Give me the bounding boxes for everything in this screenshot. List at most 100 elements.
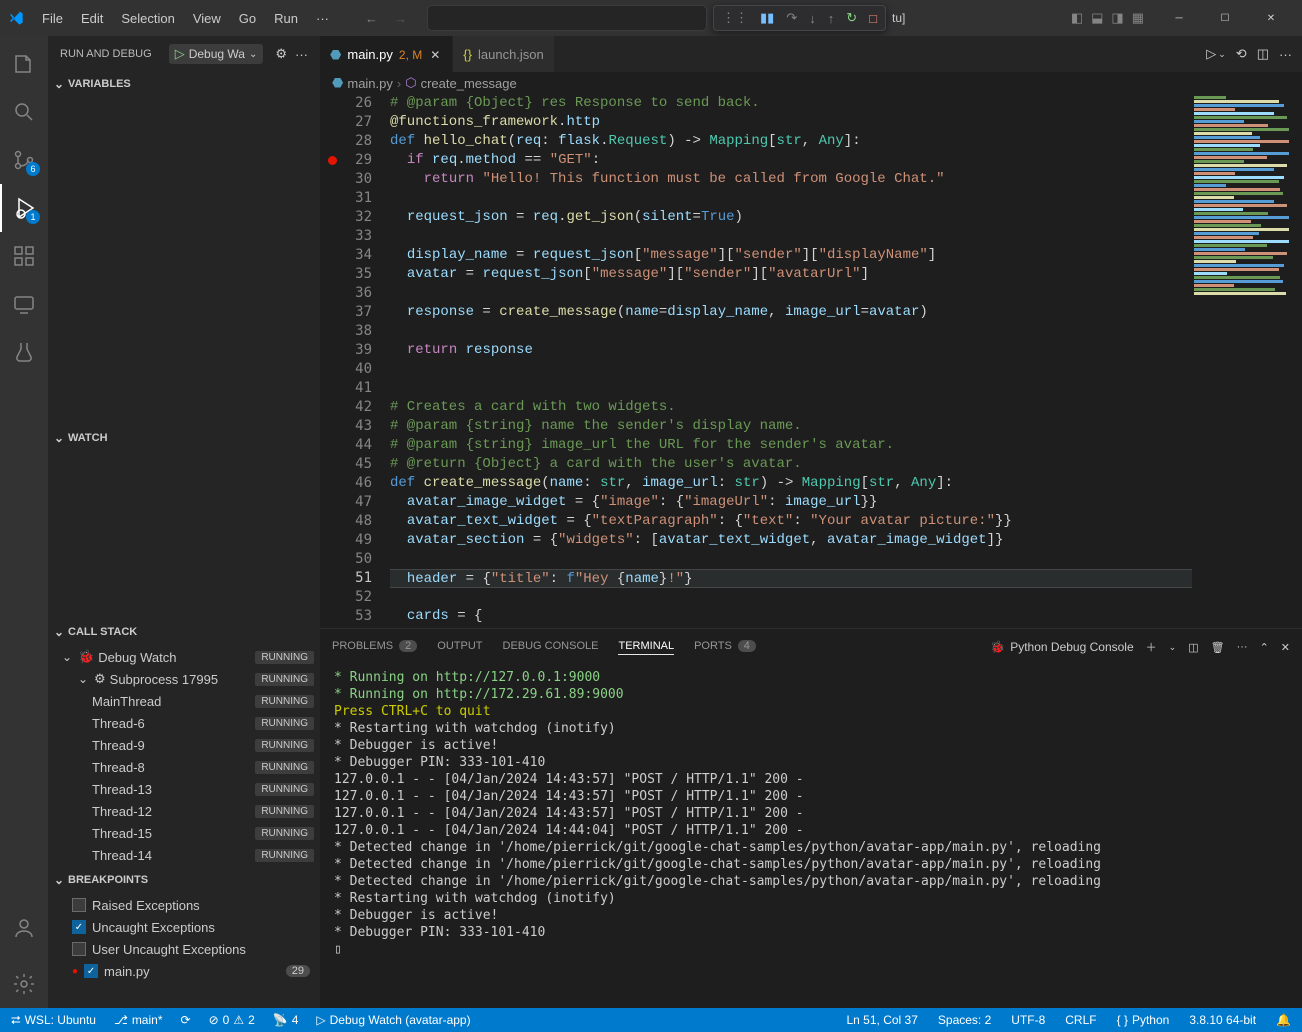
- menu-go[interactable]: Go: [231, 7, 264, 30]
- panel-maximize-icon[interactable]: ⌃: [1260, 641, 1269, 654]
- layout-panel-bottom-icon[interactable]: ⬓: [1091, 10, 1103, 26]
- menu-overflow[interactable]: ···: [308, 7, 337, 30]
- callstack-item[interactable]: Thread-13RUNNING: [48, 778, 320, 800]
- breakpoint-dot-icon[interactable]: [328, 156, 337, 165]
- breakpoint-item[interactable]: ✓Uncaught Exceptions: [48, 916, 320, 938]
- remote-icon: ⮂: [11, 1013, 21, 1028]
- status-ports[interactable]: 📡4: [270, 1013, 302, 1027]
- callstack-item[interactable]: ⌄⚙Subprocess 17995RUNNING: [48, 668, 320, 690]
- callstack-item[interactable]: Thread-9RUNNING: [48, 734, 320, 756]
- new-terminal-icon[interactable]: ＋: [1146, 639, 1157, 655]
- menu-edit[interactable]: Edit: [73, 7, 111, 30]
- terminal-line: 127.0.0.1 - - [04/Jan/2024 14:43:57] "PO…: [334, 805, 1288, 822]
- layout-customize-icon[interactable]: ▦: [1132, 10, 1144, 26]
- section-callstack-header[interactable]: ⌄ CALL STACK: [48, 620, 320, 644]
- section-breakpoints-header[interactable]: ⌄ BREAKPOINTS: [48, 868, 320, 892]
- checkbox[interactable]: [72, 942, 86, 956]
- callstack-item[interactable]: Thread-15RUNNING: [48, 822, 320, 844]
- breakpoint-item[interactable]: User Uncaught Exceptions: [48, 938, 320, 960]
- debug-drag-handle-icon[interactable]: ⋮⋮: [722, 10, 748, 26]
- callstack-item[interactable]: Thread-8RUNNING: [48, 756, 320, 778]
- status-encoding[interactable]: UTF-8: [1008, 1013, 1048, 1027]
- run-file-button[interactable]: ▷⌄: [1206, 46, 1226, 62]
- debug-stepinto-icon[interactable]: ↓: [809, 11, 816, 26]
- debug-alt-icon[interactable]: ⟲: [1236, 46, 1247, 62]
- panel-tab-output[interactable]: OUTPUT: [437, 640, 482, 654]
- status-sync[interactable]: ⟳: [178, 1013, 194, 1027]
- debug-more-icon[interactable]: ···: [295, 47, 308, 62]
- debug-stop-icon[interactable]: □: [869, 11, 877, 26]
- debug-stepover-icon[interactable]: ↷: [786, 10, 797, 26]
- menu-file[interactable]: File: [34, 7, 71, 30]
- window-close-icon[interactable]: ✕: [1248, 0, 1294, 36]
- callstack-item[interactable]: Thread-6RUNNING: [48, 712, 320, 734]
- menu-view[interactable]: View: [185, 7, 229, 30]
- status-eol[interactable]: CRLF: [1062, 1013, 1099, 1027]
- activity-settings[interactable]: [0, 960, 48, 1008]
- tab-launch-json[interactable]: {} launch.json: [453, 36, 554, 72]
- activity-debug[interactable]: 1: [0, 184, 48, 232]
- layout-panel-right-icon[interactable]: ◨: [1111, 10, 1123, 26]
- panel-tab-terminal[interactable]: TERMINAL: [618, 640, 674, 655]
- status-debug[interactable]: ▷Debug Watch (avatar-app): [313, 1013, 473, 1027]
- status-language[interactable]: { }Python: [1114, 1013, 1173, 1027]
- status-spaces[interactable]: Spaces: 2: [935, 1013, 994, 1027]
- layout-panel-left-icon[interactable]: ◧: [1071, 10, 1083, 26]
- window-minimize-icon[interactable]: ─: [1156, 0, 1202, 36]
- debug-pause-icon[interactable]: ▮▮: [760, 10, 774, 26]
- debug-restart-icon[interactable]: ↻: [846, 10, 857, 26]
- section-variables-header[interactable]: ⌄ VARIABLES: [48, 72, 320, 96]
- nav-back-icon[interactable]: ←: [359, 7, 384, 30]
- activity-testing[interactable]: [0, 328, 48, 376]
- minimap[interactable]: [1192, 94, 1302, 628]
- nav-forward-icon[interactable]: →: [388, 7, 413, 30]
- debug-gear-icon[interactable]: ⚙: [275, 46, 287, 62]
- status-notifications[interactable]: 🔔: [1273, 1013, 1294, 1027]
- activity-extensions[interactable]: [0, 232, 48, 280]
- split-editor-icon[interactable]: ◫: [1257, 46, 1269, 62]
- editor-more-icon[interactable]: ···: [1279, 47, 1292, 62]
- status-problems[interactable]: ⊘0⚠2: [206, 1013, 258, 1027]
- activity-source-control[interactable]: 6: [0, 136, 48, 184]
- callstack-item[interactable]: Thread-12RUNNING: [48, 800, 320, 822]
- status-interpreter[interactable]: 3.8.10 64-bit: [1186, 1013, 1259, 1027]
- command-center-search[interactable]: [427, 5, 707, 31]
- panel-tab-debug-console[interactable]: DEBUG CONSOLE: [503, 640, 599, 654]
- debug-config-select[interactable]: ▷ Debug Wa ⌄: [169, 44, 264, 64]
- panel-close-icon[interactable]: ✕: [1281, 641, 1290, 654]
- callstack-item[interactable]: ⌄🐞Debug WatchRUNNING: [48, 646, 320, 668]
- close-icon[interactable]: ✕: [428, 48, 442, 62]
- status-remote[interactable]: ⮂WSL: Ubuntu: [8, 1013, 99, 1028]
- split-terminal-icon[interactable]: ◫: [1188, 641, 1198, 654]
- callstack-item[interactable]: Thread-14RUNNING: [48, 844, 320, 866]
- terminal-profile-select[interactable]: 🐞 Python Debug Console: [990, 640, 1133, 654]
- tab-main-py[interactable]: ⬣ main.py 2, M ✕: [320, 36, 453, 72]
- activity-search[interactable]: [0, 88, 48, 136]
- status-branch[interactable]: ⎇main*: [111, 1013, 166, 1027]
- menu-run[interactable]: Run: [266, 7, 306, 30]
- menu-selection[interactable]: Selection: [113, 7, 182, 30]
- activity-remote[interactable]: [0, 280, 48, 328]
- callstack-item[interactable]: MainThreadRUNNING: [48, 690, 320, 712]
- breakpoint-file-item[interactable]: ●✓main.py29: [48, 960, 320, 982]
- checkbox[interactable]: ✓: [84, 964, 98, 978]
- checkbox[interactable]: [72, 898, 86, 912]
- panel-tab-ports[interactable]: PORTS 4: [694, 640, 756, 654]
- terminal-body[interactable]: * Running on http://127.0.0.1:9000 * Run…: [320, 665, 1302, 1008]
- activity-explorer[interactable]: [0, 40, 48, 88]
- panel-more-icon[interactable]: ···: [1237, 641, 1248, 653]
- panel-tab-problems[interactable]: PROBLEMS 2: [332, 640, 417, 654]
- breadcrumbs[interactable]: ⬣ main.py › ⬡ create_message: [320, 72, 1302, 94]
- checkbox[interactable]: ✓: [72, 920, 86, 934]
- window-maximize-icon[interactable]: ☐: [1202, 0, 1248, 36]
- terminal-dropdown-icon[interactable]: ⌄: [1169, 642, 1177, 653]
- debug-toolbar: ⋮⋮ ▮▮ ↷ ↓ ↑ ↻ □: [713, 5, 886, 31]
- activity-account[interactable]: [0, 904, 48, 952]
- section-watch-header[interactable]: ⌄ WATCH: [48, 426, 320, 450]
- breakpoint-item[interactable]: Raised Exceptions: [48, 894, 320, 916]
- debug-stepout-icon[interactable]: ↑: [828, 11, 835, 26]
- python-file-icon: ⬣: [332, 75, 343, 91]
- editor-body[interactable]: 2627282930313233343536373839404142434445…: [320, 94, 1302, 628]
- status-cursor[interactable]: Ln 51, Col 37: [844, 1013, 921, 1027]
- kill-terminal-icon[interactable]: 🗑: [1211, 641, 1225, 654]
